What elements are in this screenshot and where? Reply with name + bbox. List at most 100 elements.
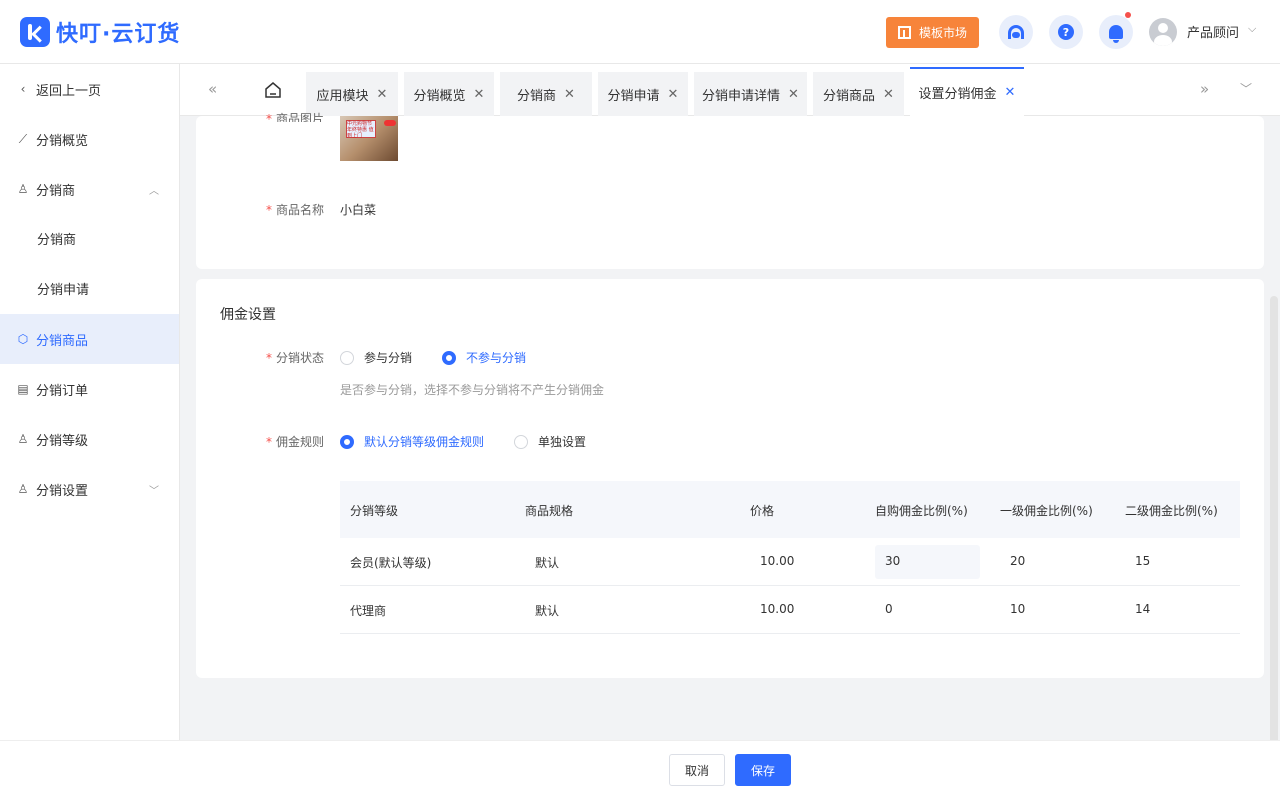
table-row: 代理商 默认 10.00 0 10 14 — [340, 586, 1240, 634]
radio-label: 不参与分销 — [466, 351, 527, 365]
sidebar: ‹ 返回上一页 ⟋ 分销概览 ♙ 分销商 ︿ 分销商 分销申请 ⬡ 分销商品 ▤… — [0, 64, 180, 800]
app-logo[interactable]: 快叮·云订货 — [20, 16, 180, 48]
close-icon[interactable]: ✕ — [883, 87, 894, 102]
level-cell: 代理商 — [350, 604, 387, 618]
vertical-scrollbar[interactable] — [1270, 296, 1278, 744]
first-commission-value[interactable]: 20 — [1010, 554, 1025, 568]
sidebar-item-products[interactable]: ⬡ 分销商品 — [0, 314, 179, 364]
radio-custom-rule[interactable]: 单独设置 — [514, 433, 586, 450]
column-header: 二级佣金比例(%) — [1125, 504, 1218, 518]
product-image-tag — [384, 120, 396, 126]
cancel-button[interactable]: 取消 — [669, 754, 725, 786]
save-button[interactable]: 保存 — [735, 754, 791, 786]
tab-set-commission[interactable]: 设置分销佣金 ✕ — [910, 67, 1024, 116]
tab-label: 设置分销佣金 — [918, 87, 997, 102]
close-icon[interactable]: ✕ — [377, 87, 388, 102]
tab-application-detail[interactable]: 分销申请详情 ✕ — [694, 72, 807, 116]
home-icon[interactable] — [264, 81, 282, 99]
chevron-left-icon: ‹ — [20, 82, 26, 96]
sidebar-item-overview[interactable]: ⟋ 分销概览 — [0, 114, 179, 164]
top-header: 快叮·云订货 模板市场 ? 产品顾问 ⌵ — [0, 0, 1280, 64]
close-icon[interactable]: ✕ — [474, 87, 485, 102]
product-image-banner: 中元购物节 年终特惠 值到上门 — [346, 120, 376, 139]
close-icon[interactable]: ✕ — [1005, 85, 1016, 100]
user-icon: ♙ — [17, 432, 29, 446]
user-name[interactable]: 产品顾问 — [1187, 22, 1239, 41]
second-commission-value[interactable]: 14 — [1135, 602, 1150, 616]
tab-products[interactable]: 分销商品 ✕ — [813, 72, 904, 116]
sidebar-item-distributor-group[interactable]: ♙ 分销商 ︿ — [0, 164, 179, 214]
help-button[interactable]: ? — [1049, 15, 1083, 49]
first-commission-value[interactable]: 10 — [1010, 602, 1025, 616]
sidebar-item-label: 分销设置 — [36, 483, 89, 499]
headset-icon — [1008, 25, 1024, 39]
radio-circle — [442, 350, 456, 365]
radio-default-rule[interactable]: 默认分销等级佣金规则 — [340, 433, 484, 450]
tabs-menu-icon[interactable]: ﹀ — [1240, 80, 1252, 97]
close-icon[interactable]: ✕ — [564, 87, 575, 102]
footer-bar — [0, 740, 1280, 800]
rule-label: * 佣金规则 — [265, 435, 324, 449]
template-market-label: 模板市场 — [918, 26, 967, 40]
radio-circle — [340, 434, 354, 449]
tab-overview[interactable]: 分销概览 ✕ — [404, 72, 494, 116]
logo-text: 快叮·云订货 — [56, 22, 181, 47]
radio-participate[interactable]: 参与分销 — [340, 349, 412, 366]
box-icon: ⬡ — [17, 332, 29, 346]
radio-circle — [514, 434, 528, 449]
scroll-right-icon[interactable]: » — [1200, 80, 1209, 98]
close-icon[interactable]: ✕ — [668, 87, 679, 102]
notification-button[interactable] — [1099, 12, 1133, 49]
sidebar-item-label: 分销概览 — [36, 133, 89, 149]
sidebar-item-label: 分销订单 — [36, 383, 89, 399]
sidebar-item-application[interactable]: 分销申请 — [0, 263, 179, 313]
avatar[interactable] — [1149, 18, 1177, 46]
sidebar-item-label: 分销等级 — [36, 433, 89, 449]
logo-icon — [20, 17, 50, 47]
tab-label: 应用模块 — [316, 88, 369, 104]
sidebar-item-levels[interactable]: ♙ 分销等级 — [0, 414, 179, 464]
tab-label: 分销概览 — [413, 88, 466, 104]
sidebar-item-settings[interactable]: ♙ 分销设置 ﹀ — [0, 464, 179, 514]
sidebar-item-label: 分销商品 — [36, 333, 89, 349]
self-commission-value[interactable]: 0 — [885, 602, 893, 616]
product-image[interactable]: 中元购物节 年终特惠 值到上门 — [340, 116, 398, 161]
column-header: 一级佣金比例(%) — [1000, 504, 1093, 518]
back-link[interactable]: ‹ 返回上一页 — [0, 64, 179, 114]
tab-application[interactable]: 分销申请 ✕ — [598, 72, 688, 116]
product-name-label: * 商品名称 — [265, 203, 324, 217]
price-cell: 10.00 — [760, 602, 795, 616]
radio-label: 默认分销等级佣金规则 — [364, 435, 485, 449]
sidebar-item-distributor[interactable]: 分销商 — [0, 213, 179, 263]
chevron-down-icon[interactable]: ⌵ — [1248, 22, 1256, 36]
users-icon: ♙ — [17, 182, 29, 196]
notification-badge — [1125, 12, 1131, 18]
table-row: 会员(默认等级) 默认 10.00 30 20 15 — [340, 538, 1240, 586]
table-header: 分销等级 商品规格 价格 自购佣金比例(%) 一级佣金比例(%) 二级佣金比例(… — [340, 481, 1240, 538]
level-cell: 会员(默认等级) — [350, 556, 432, 570]
column-header: 自购佣金比例(%) — [875, 504, 968, 518]
back-label: 返回上一页 — [36, 83, 102, 99]
close-icon[interactable]: ✕ — [788, 87, 799, 102]
tab-label: 分销商 — [517, 88, 557, 104]
radio-label: 单独设置 — [538, 435, 587, 449]
sidebar-item-orders[interactable]: ▤ 分销订单 — [0, 364, 179, 414]
template-market-button[interactable]: 模板市场 — [886, 17, 979, 48]
radio-label: 参与分销 — [364, 351, 413, 365]
column-header: 分销等级 — [350, 504, 399, 518]
price-cell: 10.00 — [760, 554, 795, 568]
tab-label: 分销申请 — [607, 88, 660, 104]
second-commission-value[interactable]: 15 — [1135, 554, 1150, 568]
tab-distributor[interactable]: 分销商 ✕ — [500, 72, 592, 116]
self-commission-value[interactable]: 30 — [885, 554, 900, 568]
bell-icon — [1109, 25, 1123, 43]
commission-section-title: 佣金设置 — [220, 307, 276, 323]
tab-label: 分销申请详情 — [702, 88, 781, 104]
help-icon: ? — [1058, 24, 1074, 40]
column-header: 商品规格 — [525, 504, 574, 518]
scroll-left-icon[interactable]: « — [208, 80, 217, 98]
radio-not-participate[interactable]: 不参与分销 — [442, 349, 526, 366]
customer-service-button[interactable] — [999, 15, 1033, 49]
spec-cell: 默认 — [535, 604, 560, 618]
radio-circle — [340, 350, 354, 365]
